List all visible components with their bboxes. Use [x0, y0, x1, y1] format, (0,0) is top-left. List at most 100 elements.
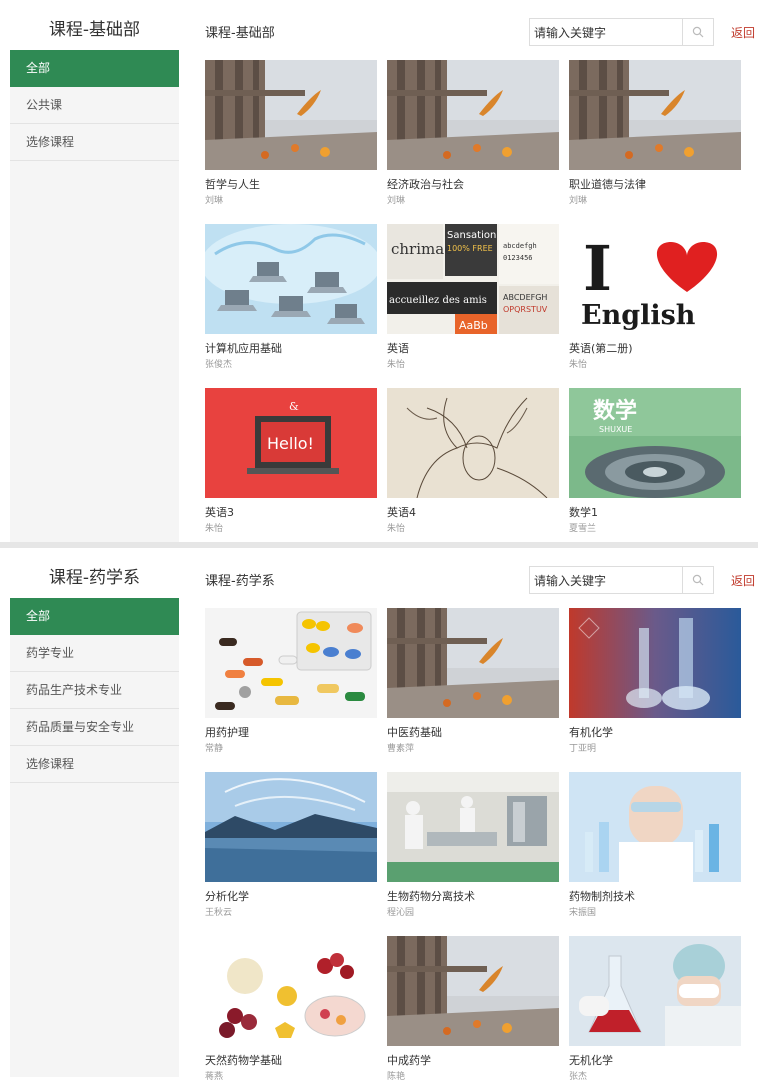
course-card[interactable]: 中医药基础 曹素萍	[387, 608, 559, 755]
sidebar-item-elective[interactable]: 选修课程	[10, 746, 179, 783]
course-card[interactable]: 计算机应用基础 张俊杰	[205, 224, 377, 371]
course-title[interactable]: 英语	[387, 342, 559, 356]
svg-text:ABCDEFGH: ABCDEFGH	[503, 293, 547, 302]
search-icon	[692, 26, 704, 38]
svg-text:Hello!: Hello!	[267, 434, 314, 453]
search-input[interactable]	[532, 22, 686, 44]
course-card[interactable]: 英语4 朱怡	[387, 388, 559, 535]
course-card[interactable]: 经济政治与社会 刘琳	[387, 60, 559, 207]
course-thumbnail[interactable]	[205, 60, 377, 170]
course-thumbnail[interactable]	[569, 60, 741, 170]
sidebar-item-all[interactable]: 全部	[10, 50, 179, 87]
sidebar-item-all[interactable]: 全部	[10, 598, 179, 635]
sidebar: 课程-基础部 全部 公共课 选修课程	[10, 10, 179, 542]
course-title[interactable]: 哲学与人生	[205, 178, 377, 192]
course-card[interactable]: 分析化学 王秋云	[205, 772, 377, 919]
course-title[interactable]: 数学1	[569, 506, 741, 520]
sidebar-title: 课程-药学系	[10, 558, 179, 598]
svg-text:0123456: 0123456	[503, 254, 533, 262]
search-icon	[692, 574, 704, 586]
course-title[interactable]: 分析化学	[205, 890, 377, 904]
course-title[interactable]: 天然药物学基础	[205, 1054, 377, 1068]
course-thumbnail[interactable]	[569, 936, 741, 1046]
course-teacher: 王秋云	[205, 908, 233, 918]
course-thumbnail[interactable]: chrimae Sansation 100% FREE accueillez d…	[387, 224, 559, 334]
course-teacher: 张杰	[569, 1072, 588, 1082]
course-panel-foundation: 课程-基础部 全部 公共课 选修课程 课程-基础部 返回	[0, 0, 758, 542]
course-thumbnail[interactable]: 数学 SHUXUE	[569, 388, 741, 498]
svg-text:&: &	[289, 400, 299, 413]
svg-text:OPQRSTUV: OPQRSTUV	[503, 305, 548, 314]
course-thumbnail[interactable]	[387, 608, 559, 718]
course-teacher: 朱怡	[387, 524, 406, 534]
svg-text:SHUXUE: SHUXUE	[599, 425, 632, 434]
course-card[interactable]: 有机化学 丁亚明	[569, 608, 741, 755]
svg-text:English: English	[581, 300, 696, 331]
course-teacher: 夏雪兰	[569, 524, 597, 534]
course-thumbnail[interactable]	[205, 224, 377, 334]
course-card[interactable]: 天然药物学基础 蒋燕	[205, 936, 377, 1083]
course-card[interactable]: Hello! & 英语3 朱怡	[205, 388, 377, 535]
course-title[interactable]: 药物制剂技术	[569, 890, 741, 904]
course-thumbnail[interactable]: I English	[569, 224, 741, 334]
course-thumbnail[interactable]	[387, 388, 559, 498]
course-title[interactable]: 英语3	[205, 506, 377, 520]
course-card[interactable]: 生物药物分离技术 程沁园	[387, 772, 559, 919]
course-title[interactable]: 生物药物分离技术	[387, 890, 559, 904]
course-card[interactable]: 职业道德与法律 刘琳	[569, 60, 741, 207]
course-teacher: 张俊杰	[205, 360, 233, 370]
sidebar-item-public[interactable]: 公共课	[10, 87, 179, 124]
course-card[interactable]: I English 英语(第二册) 朱怡	[569, 224, 741, 371]
course-thumbnail[interactable]	[387, 936, 559, 1046]
search-button[interactable]	[682, 567, 713, 593]
course-card[interactable]: 药物制剂技术 宋振国	[569, 772, 741, 919]
course-card[interactable]: 哲学与人生 刘琳	[205, 60, 377, 207]
course-title[interactable]: 英语4	[387, 506, 559, 520]
course-title[interactable]: 中医药基础	[387, 726, 559, 740]
course-thumbnail[interactable]: Hello! &	[205, 388, 377, 498]
content-header: 课程-药学系 返回	[205, 558, 758, 598]
course-title[interactable]: 中成药学	[387, 1054, 559, 1068]
course-title[interactable]: 英语(第二册)	[569, 342, 741, 356]
breadcrumb: 课程-药学系	[205, 574, 275, 589]
back-link[interactable]: 返回	[731, 572, 755, 589]
svg-text:accueillez des amis: accueillez des amis	[389, 295, 487, 306]
course-title[interactable]: 无机化学	[569, 1054, 741, 1068]
sidebar-item-drug-quality[interactable]: 药品质量与安全专业	[10, 709, 179, 746]
sidebar-item-pharmacy[interactable]: 药学专业	[10, 635, 179, 672]
course-thumbnail[interactable]	[205, 772, 377, 882]
course-title[interactable]: 职业道德与法律	[569, 178, 741, 192]
course-title[interactable]: 计算机应用基础	[205, 342, 377, 356]
course-teacher: 常静	[205, 744, 224, 754]
course-title[interactable]: 有机化学	[569, 726, 741, 740]
course-title[interactable]: 经济政治与社会	[387, 178, 559, 192]
course-teacher: 朱怡	[569, 360, 588, 370]
course-card[interactable]: 用药护理 常静	[205, 608, 377, 755]
breadcrumb: 课程-基础部	[205, 26, 275, 41]
course-thumbnail[interactable]	[569, 608, 741, 718]
course-teacher: 刘琳	[205, 196, 224, 206]
sidebar: 课程-药学系 全部 药学专业 药品生产技术专业 药品质量与安全专业 选修课程	[10, 558, 179, 1077]
course-card[interactable]: 数学 SHUXUE 数学1 夏雪兰	[569, 388, 741, 535]
course-title[interactable]: 用药护理	[205, 726, 377, 740]
search-box	[529, 18, 714, 46]
course-thumbnail[interactable]	[387, 772, 559, 882]
course-card[interactable]: chrimae Sansation 100% FREE accueillez d…	[387, 224, 559, 371]
course-teacher: 陈艳	[387, 1072, 406, 1082]
course-teacher: 宋振国	[569, 908, 597, 918]
svg-text:abcdefgh: abcdefgh	[503, 242, 537, 250]
sidebar-item-elective[interactable]: 选修课程	[10, 124, 179, 161]
back-link[interactable]: 返回	[731, 24, 755, 41]
search-button[interactable]	[682, 19, 713, 45]
course-teacher: 刘琳	[387, 196, 406, 206]
course-card[interactable]: 中成药学 陈艳	[387, 936, 559, 1083]
sidebar-item-drug-production[interactable]: 药品生产技术专业	[10, 672, 179, 709]
search-input[interactable]	[532, 570, 686, 592]
course-thumbnail[interactable]	[569, 772, 741, 882]
course-teacher: 朱怡	[205, 524, 224, 534]
course-thumbnail[interactable]	[205, 936, 377, 1046]
course-card[interactable]: 无机化学 张杰	[569, 936, 741, 1083]
course-thumbnail[interactable]	[387, 60, 559, 170]
course-thumbnail[interactable]	[205, 608, 377, 718]
svg-text:AaBb: AaBb	[459, 319, 488, 332]
